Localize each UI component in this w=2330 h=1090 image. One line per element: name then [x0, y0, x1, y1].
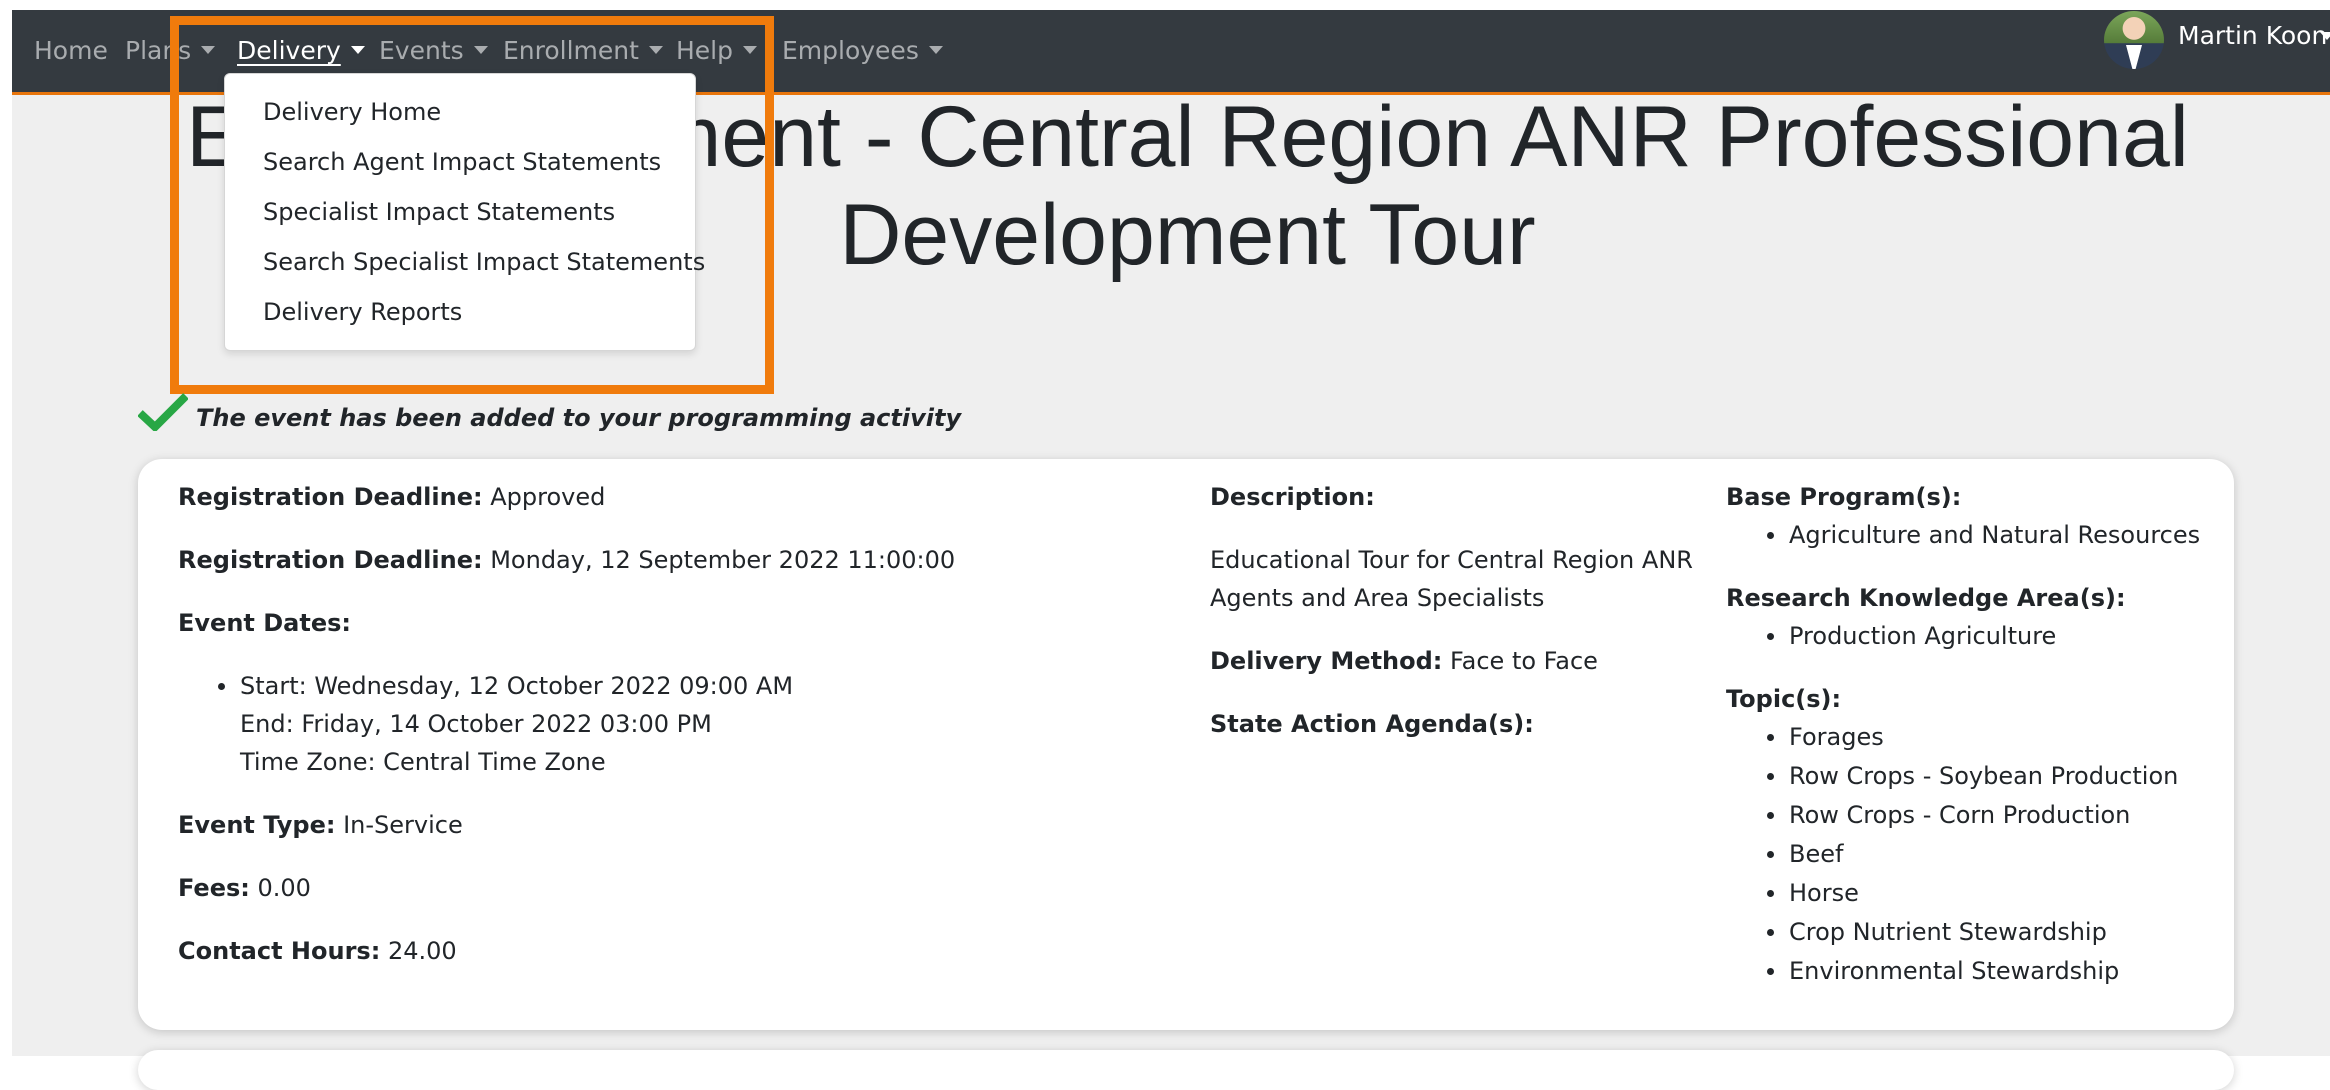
event-details-card: Registration Deadline: Approved Registra… [138, 459, 2234, 1030]
chevron-down-icon [648, 46, 663, 54]
description-text-line-1: Educational Tour for Central Region ANR [1210, 546, 1693, 574]
nav-employees[interactable]: Employees [782, 36, 943, 66]
event-end: End: Friday, 14 October 2022 03:00 PM [240, 710, 712, 738]
chevron-down-icon [928, 46, 943, 54]
knowledge-area-label: Research Knowledge Area(s): [1726, 584, 2126, 612]
event-timezone: Time Zone: Central Time Zone [240, 748, 606, 776]
menu-item-search-specialist-impact[interactable]: Search Specialist Impact Statements [263, 247, 705, 277]
knowledge-area-item: Production Agriculture [1766, 622, 2057, 650]
nav-enrollment[interactable]: Enrollment [503, 36, 663, 66]
nav-events[interactable]: Events [379, 36, 488, 66]
base-program-item: Agriculture and Natural Resources [1766, 521, 2201, 549]
success-message: The event has been added to your program… [196, 404, 962, 432]
topic-item: Horse [1767, 879, 1859, 907]
deadline-field: Registration Deadline: Monday, 12 Septem… [178, 546, 956, 574]
nav-plans[interactable]: Plans [125, 36, 216, 66]
menu-item-delivery-home[interactable]: Delivery Home [263, 97, 441, 127]
event-type-field: Event Type: In-Service [178, 811, 463, 839]
nav-help[interactable]: Help [676, 36, 757, 66]
topic-item: Beef [1766, 840, 1844, 868]
fees-field: Fees: 0.00 [178, 874, 311, 902]
chevron-down-icon[interactable] [2320, 32, 2330, 40]
event-start: Start: Wednesday, 12 October 2022 09:00 … [217, 672, 794, 700]
chevron-down-icon [473, 46, 488, 54]
topic-item: Row Crops - Soybean Production [1766, 762, 2179, 790]
delivery-method-field: Delivery Method: Face to Face [1210, 647, 1598, 675]
chevron-down-icon [350, 46, 365, 54]
topic-item: Forages [1767, 723, 1884, 751]
menu-item-search-agent-impact[interactable]: Search Agent Impact Statements [263, 147, 661, 177]
description-label: Description: [1210, 483, 1375, 511]
state-action-agenda-label: State Action Agenda(s): [1210, 710, 1534, 738]
topic-item: Environmental Stewardship [1766, 957, 2120, 985]
topics-label: Topic(s): [1726, 685, 1842, 713]
menu-item-delivery-reports[interactable]: Delivery Reports [263, 297, 462, 327]
nav-home[interactable]: Home [34, 36, 108, 66]
topic-item: Row Crops - Corn Production [1766, 801, 2131, 829]
description-text-line-2: Agents and Area Specialists [1210, 584, 1545, 612]
nav-delivery[interactable]: Delivery [237, 36, 365, 66]
next-card [138, 1050, 2234, 1090]
checkmark-icon [138, 393, 188, 431]
avatar[interactable] [2104, 11, 2164, 69]
event-dates-label: Event Dates: [178, 609, 351, 637]
base-program-label: Base Program(s): [1726, 483, 1962, 511]
topic-item: Crop Nutrient Stewardship [1767, 918, 2107, 946]
delivery-dropdown-menu: Delivery Home Search Agent Impact Statem… [224, 73, 705, 351]
user-menu-name[interactable]: Martin Koon [2178, 21, 2327, 50]
chevron-down-icon [743, 46, 757, 54]
contact-hours-field: Contact Hours: 24.00 [178, 937, 457, 965]
status-field: Registration Deadline: Approved [178, 483, 606, 511]
chevron-down-icon [201, 46, 216, 54]
menu-item-specialist-impact[interactable]: Specialist Impact Statements [263, 197, 615, 227]
